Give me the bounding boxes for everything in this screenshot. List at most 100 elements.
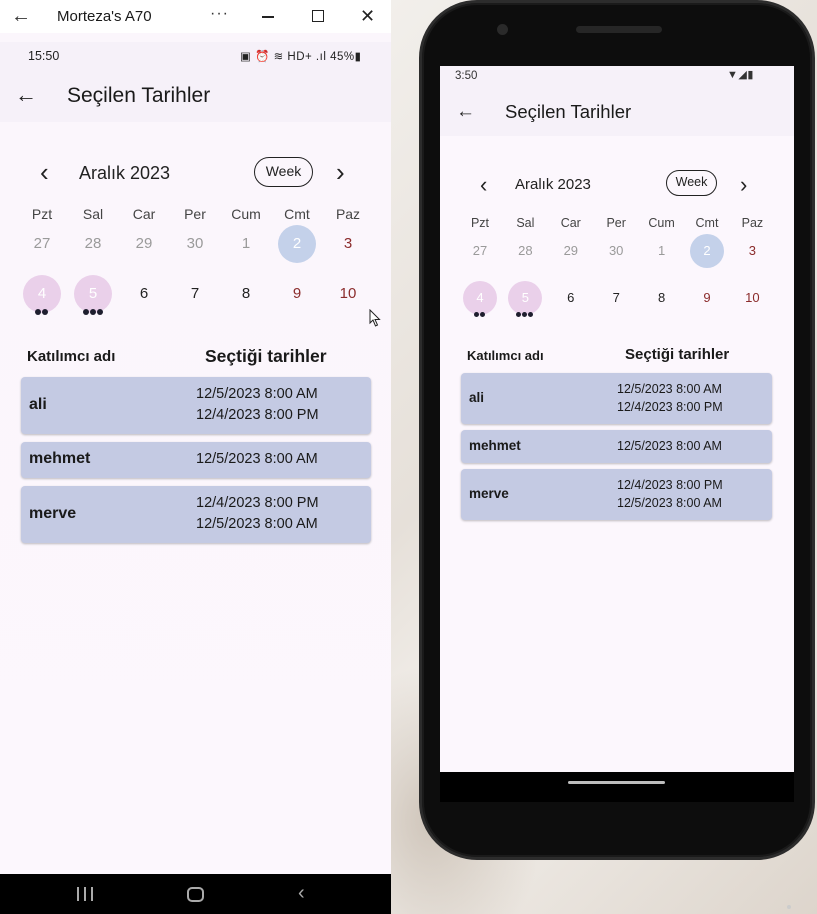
- weekday-label: Cmt: [695, 216, 719, 230]
- calendar-day[interactable]: 29: [554, 234, 588, 268]
- selected-date: 12/5/2023 8:00 AM: [196, 450, 318, 467]
- selected-date: 12/5/2023 8:00 AM: [196, 515, 318, 532]
- calendar-day[interactable]: 9: [690, 281, 724, 315]
- calendar-day[interactable]: 2: [278, 225, 316, 263]
- event-marker: [89, 309, 96, 315]
- selected-date: 12/5/2023 8:00 AM: [617, 438, 722, 453]
- selected-date: 12/4/2023 8:00 PM: [196, 494, 319, 511]
- calendar-day[interactable]: 27: [23, 225, 61, 263]
- week-format-button[interactable]: Week: [666, 170, 717, 196]
- calendar-day[interactable]: 6: [125, 275, 163, 313]
- participant-name: ali: [469, 390, 485, 406]
- calendar-day[interactable]: 27: [463, 234, 497, 268]
- calendar-day[interactable]: 30: [599, 234, 633, 268]
- participant-name: merve: [469, 486, 509, 502]
- participant-card[interactable]: merve 12/4/2023 8:00 PM 12/5/2023 8:00 AM: [461, 469, 772, 520]
- participant-card[interactable]: mehmet 12/5/2023 8:00 AM: [21, 442, 371, 478]
- home-icon[interactable]: [187, 887, 204, 902]
- weekday-label: Pzt: [31, 206, 53, 222]
- participant-name: ali: [29, 395, 47, 413]
- calendar-day[interactable]: 6: [554, 281, 588, 315]
- system-back-icon[interactable]: ‹: [298, 883, 305, 903]
- weekday-label: Paz: [741, 216, 764, 230]
- weekday-label: Cum: [231, 206, 261, 222]
- calendar-day[interactable]: 5: [74, 275, 112, 313]
- prev-month-icon[interactable]: ‹: [40, 159, 49, 185]
- participant-name: merve: [29, 504, 77, 522]
- emulator-status-time: 3:50: [455, 70, 478, 82]
- calendar-day[interactable]: 28: [74, 225, 112, 263]
- month-label: Aralık 2023: [515, 176, 591, 193]
- participant-card[interactable]: mehmet 12/5/2023 8:00 AM: [461, 430, 772, 463]
- participant-name: mehmet: [29, 450, 91, 468]
- calendar-day[interactable]: 10: [329, 275, 367, 313]
- selected-date: 12/5/2023 8:00 AM: [617, 495, 722, 510]
- camera-icon: [497, 24, 508, 35]
- maximize-icon[interactable]: [312, 10, 324, 22]
- event-marker: [480, 311, 485, 317]
- participant-card[interactable]: ali 12/5/2023 8:00 AM 12/4/2023 8:00 PM: [461, 373, 772, 424]
- participant-column-header: Katılımcı adı: [27, 348, 116, 365]
- weekday-label: Per: [606, 216, 626, 230]
- selected-date: 12/5/2023 8:00 AM: [196, 385, 318, 402]
- calendar-day[interactable]: 4: [463, 281, 497, 315]
- event-marker: [516, 311, 522, 317]
- weekday-label: Sal: [82, 206, 104, 222]
- event-marker: [522, 311, 528, 317]
- calendar-day[interactable]: 7: [599, 281, 633, 315]
- selected-date: 12/5/2023 8:00 AM: [617, 381, 722, 396]
- weekday-label: Car: [132, 206, 156, 222]
- weekday-label: Pzt: [470, 216, 490, 230]
- calendar-day[interactable]: 29: [125, 225, 163, 263]
- calendar-day[interactable]: 30: [176, 225, 214, 263]
- calendar-day[interactable]: 9: [278, 275, 316, 313]
- weekday-label: Cmt: [284, 206, 310, 222]
- participant-column-header: Katılımcı adı: [467, 348, 544, 363]
- mouse-cursor-icon: [369, 309, 381, 327]
- recent-apps-icon[interactable]: [77, 887, 93, 901]
- event-marker: [528, 311, 534, 317]
- window-title: Morteza's A70: [57, 8, 152, 25]
- emulator-status-icons: ▼◢▮: [727, 69, 754, 81]
- month-label: Aralık 2023: [79, 163, 171, 183]
- event-marker: [96, 309, 103, 315]
- calendar-day[interactable]: 8: [645, 281, 679, 315]
- emulator-page-title: Seçilen Tarihler: [505, 101, 632, 122]
- week-format-button[interactable]: Week: [254, 157, 313, 187]
- selected-date: 12/4/2023 8:00 PM: [617, 477, 723, 492]
- minimize-icon[interactable]: [262, 16, 274, 18]
- calendar-day[interactable]: 7: [176, 275, 214, 313]
- selected-date: 12/4/2023 8:00 PM: [617, 399, 723, 414]
- calendar-day[interactable]: 4: [23, 275, 61, 313]
- prev-month-icon[interactable]: ‹: [480, 174, 487, 196]
- emulator-back-arrow-icon[interactable]: ←: [456, 102, 475, 121]
- close-icon[interactable]: ✕: [360, 6, 375, 26]
- back-arrow-icon[interactable]: ←: [15, 84, 37, 106]
- speaker-grille: [576, 26, 662, 33]
- decorative-dot: [787, 905, 791, 909]
- participant-name: mehmet: [469, 438, 521, 454]
- event-markers: [474, 311, 485, 317]
- dates-column-header: Seçtiği tarihler: [205, 346, 327, 366]
- participant-card[interactable]: ali 12/5/2023 8:00 AM 12/4/2023 8:00 PM: [21, 377, 371, 434]
- event-marker: [82, 309, 89, 315]
- more-options-icon[interactable]: ···: [210, 5, 229, 23]
- window-back-icon[interactable]: ←: [11, 6, 33, 26]
- status-icons: ▣ ⏰ ≋ HD+ .ıl 45%▮: [240, 51, 362, 63]
- emulator-nav-bar: [440, 772, 794, 802]
- weekday-label: Paz: [335, 206, 361, 222]
- calendar-day[interactable]: 8: [227, 275, 265, 313]
- gesture-handle[interactable]: [568, 781, 665, 784]
- calendar-day[interactable]: 3: [329, 225, 367, 263]
- event-markers: [516, 311, 534, 317]
- calendar-day[interactable]: 2: [690, 234, 724, 268]
- event-marker: [42, 309, 48, 315]
- calendar-day[interactable]: 1: [227, 225, 265, 263]
- next-month-icon[interactable]: ›: [336, 159, 345, 185]
- participant-card[interactable]: merve 12/4/2023 8:00 PM 12/5/2023 8:00 AM: [21, 486, 371, 543]
- event-marker: [474, 311, 479, 317]
- next-month-icon[interactable]: ›: [740, 174, 747, 196]
- calendar-day[interactable]: 1: [645, 234, 679, 268]
- selected-date: 12/4/2023 8:00 PM: [196, 406, 319, 423]
- dates-column-header: Seçtiği tarihler: [625, 346, 730, 363]
